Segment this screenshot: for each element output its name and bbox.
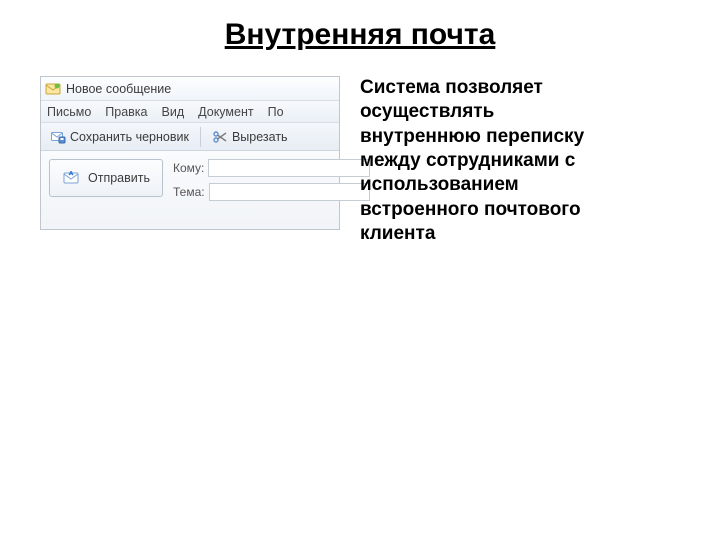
- to-field[interactable]: [208, 159, 369, 177]
- save-draft-icon: [50, 129, 66, 145]
- subject-row: Тема:: [173, 183, 370, 201]
- send-button[interactable]: Отправить: [49, 159, 163, 197]
- toolbar-separator: [200, 127, 201, 147]
- slide-title: Внутренняя почта: [0, 0, 720, 62]
- slide-description: Система позволяет осуществлять внутренню…: [360, 76, 620, 246]
- menu-edit[interactable]: Правка: [105, 105, 147, 119]
- to-label: Кому:: [173, 161, 204, 175]
- scissors-icon: [212, 129, 228, 145]
- save-draft-label: Сохранить черновик: [70, 130, 189, 144]
- content-area: Новое сообщение Письмо Правка Вид Докуме…: [0, 62, 720, 246]
- compose-body: Отправить Кому: Тема:: [41, 151, 339, 229]
- window-title-text: Новое сообщение: [66, 82, 171, 96]
- menubar: Письмо Правка Вид Документ По: [41, 101, 339, 123]
- cut-button[interactable]: Вырезать: [207, 127, 293, 147]
- menu-document[interactable]: Документ: [198, 105, 253, 119]
- fields-area: Кому: Тема:: [173, 159, 370, 201]
- to-row: Кому:: [173, 159, 370, 177]
- cut-label: Вырезать: [232, 130, 288, 144]
- toolbar: Сохранить черновик Вырезать: [41, 123, 339, 151]
- send-envelope-icon: [62, 170, 82, 186]
- menu-view[interactable]: Вид: [162, 105, 185, 119]
- mail-app-icon: [45, 81, 61, 97]
- menu-po[interactable]: По: [268, 105, 284, 119]
- menu-letter[interactable]: Письмо: [47, 105, 91, 119]
- subject-label: Тема:: [173, 185, 205, 199]
- save-draft-button[interactable]: Сохранить черновик: [45, 127, 194, 147]
- send-label: Отправить: [88, 171, 150, 185]
- subject-field[interactable]: [209, 183, 370, 201]
- titlebar: Новое сообщение: [41, 77, 339, 101]
- mail-window: Новое сообщение Письмо Правка Вид Докуме…: [40, 76, 340, 230]
